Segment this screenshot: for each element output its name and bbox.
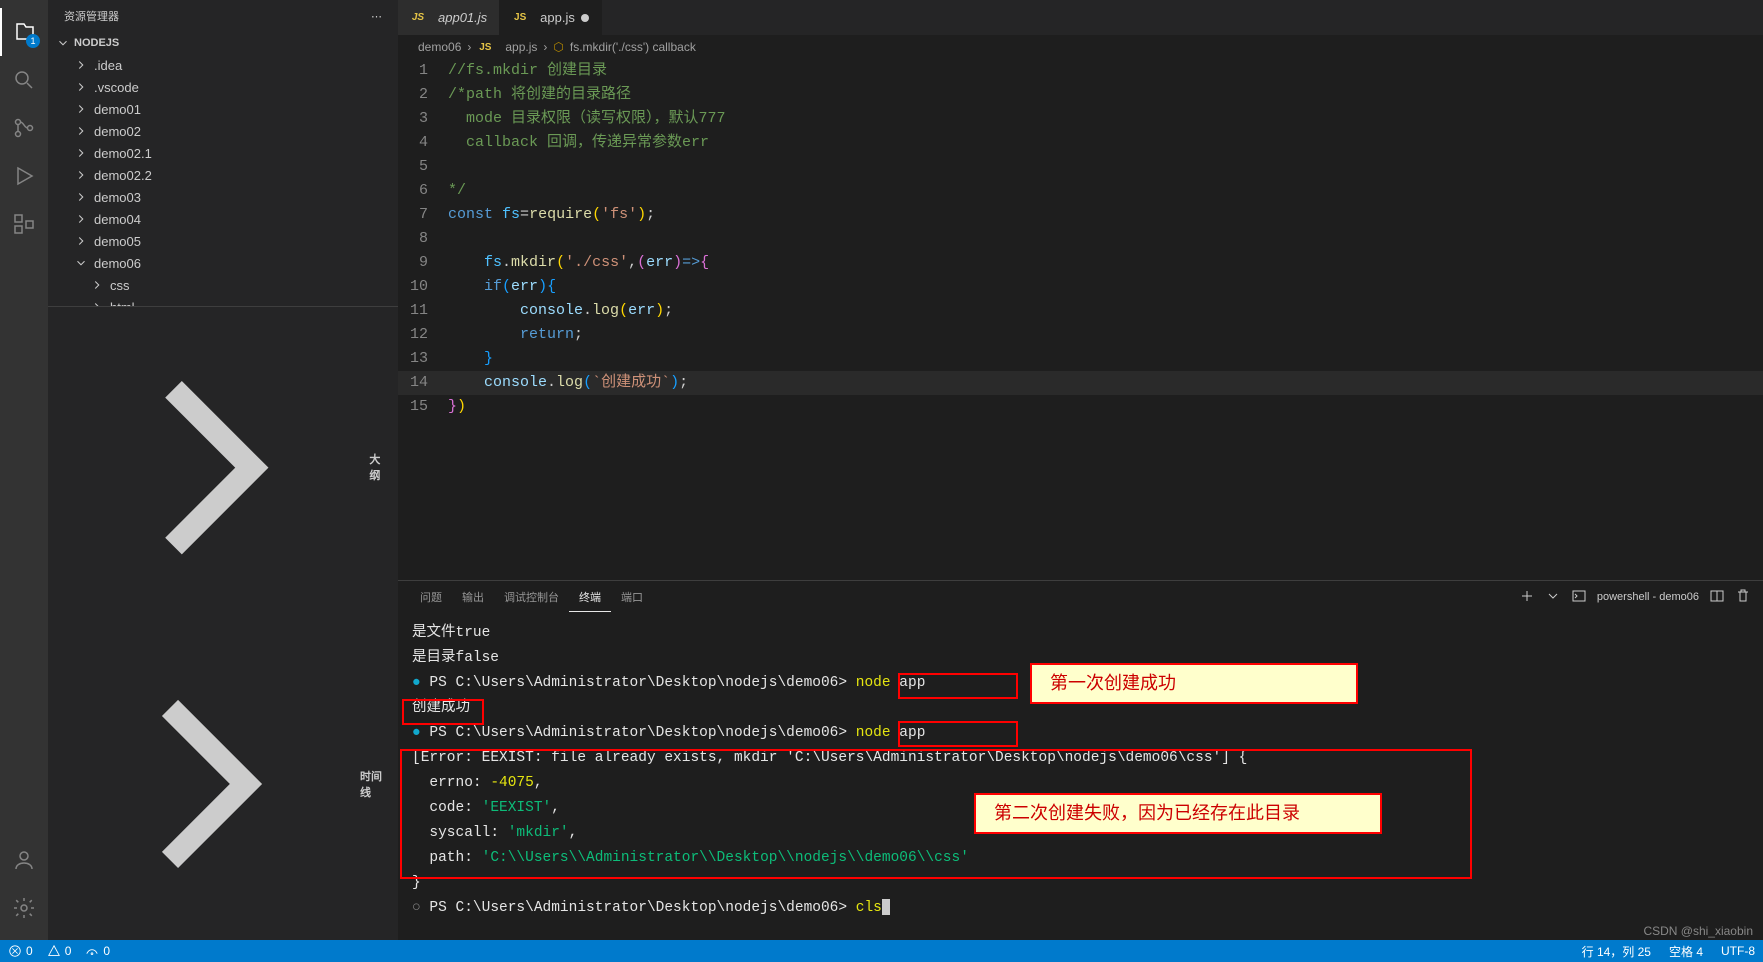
annotation-label: 第二次创建失败，因为已经存在此目录 <box>974 793 1382 834</box>
tree-folder[interactable]: demo03 <box>48 186 398 208</box>
tree-folder[interactable]: css <box>48 274 398 296</box>
sidebar: 资源管理器 ⋯ NODEJS .idea .vscode demo01 demo… <box>48 0 398 940</box>
terminal-line: ● PS C:\Users\Administrator\Desktop\node… <box>412 721 1749 746</box>
new-terminal-icon[interactable] <box>1519 588 1535 607</box>
editor-tabs: JSapp01.js JSapp.js <box>398 0 1763 35</box>
symbol-icon: ⬡ <box>553 40 563 54</box>
split-terminal-icon[interactable] <box>1709 588 1725 607</box>
terminal-line: [Error: EEXIST: file already exists, mkd… <box>412 746 1749 771</box>
tab-app[interactable]: JSapp.js <box>500 0 602 35</box>
status-spaces[interactable]: 空格 4 <box>1669 943 1703 960</box>
bottom-panel: 问题 输出 调试控制台 终端 端口 powershell - demo06 是文… <box>398 580 1763 940</box>
panel-tab-terminal[interactable]: 终端 <box>569 583 611 612</box>
tree-folder[interactable]: demo05 <box>48 230 398 252</box>
settings-icon[interactable] <box>0 884 48 932</box>
timeline-section[interactable]: 时间线 <box>48 628 398 940</box>
breadcrumb[interactable]: demo06 › JSapp.js › ⬡fs.mkdir('./css') c… <box>398 35 1763 59</box>
terminal-line: } <box>412 871 1749 896</box>
terminal-profile-icon[interactable] <box>1571 588 1587 607</box>
terminal-line: ○ PS C:\Users\Administrator\Desktop\node… <box>412 896 1749 921</box>
panel-tab-ports[interactable]: 端口 <box>611 583 653 611</box>
account-icon[interactable] <box>0 836 48 884</box>
tree-folder[interactable]: .vscode <box>48 76 398 98</box>
sidebar-header: 资源管理器 ⋯ <box>48 0 398 32</box>
code-editor[interactable]: 1//fs.mkdir 创建目录2/*path 将创建的目录路径3 mode 目… <box>398 59 1763 580</box>
terminal-line: path: 'C:\\Users\\Administrator\\Desktop… <box>412 846 1749 871</box>
annotation-label: 第一次创建成功 <box>1030 663 1358 704</box>
tree-folder[interactable]: demo04 <box>48 208 398 230</box>
terminal-label[interactable]: powershell - demo06 <box>1597 591 1699 603</box>
status-bar: 0 0 0 行 14，列 25 空格 4 UTF-8 <box>0 940 1763 962</box>
terminal-content[interactable]: 是文件true 是目录false ● PS C:\Users\Administr… <box>398 613 1763 940</box>
file-tree: .idea .vscode demo01 demo02 demo02.1 dem… <box>48 54 398 306</box>
outline-section[interactable]: 大纲 <box>48 307 398 628</box>
js-file-icon: JS <box>410 10 426 26</box>
status-position[interactable]: 行 14，列 25 <box>1582 943 1651 960</box>
status-warnings[interactable]: 0 <box>47 944 72 958</box>
tree-folder[interactable]: demo01 <box>48 98 398 120</box>
status-errors[interactable]: 0 <box>8 944 33 958</box>
panel-tab-output[interactable]: 输出 <box>452 583 494 611</box>
status-port[interactable]: 0 <box>85 944 110 958</box>
trash-icon[interactable] <box>1735 588 1751 607</box>
tree-folder-expanded[interactable]: demo06 <box>48 252 398 274</box>
terminal-line: 是文件true <box>412 621 1749 646</box>
more-icon[interactable]: ⋯ <box>371 10 382 23</box>
tree-folder[interactable]: demo02.2 <box>48 164 398 186</box>
sidebar-title: 资源管理器 <box>64 8 119 24</box>
modified-indicator <box>581 14 589 22</box>
status-encoding[interactable]: UTF-8 <box>1721 944 1755 958</box>
debug-icon[interactable] <box>0 152 48 200</box>
tab-app01[interactable]: JSapp01.js <box>398 0 500 35</box>
explorer-icon[interactable]: 1 <box>0 8 48 56</box>
tree-root[interactable]: NODEJS <box>48 32 398 54</box>
panel-tabs: 问题 输出 调试控制台 终端 端口 powershell - demo06 <box>398 581 1763 613</box>
panel-tab-problems[interactable]: 问题 <box>410 583 452 611</box>
search-icon[interactable] <box>0 56 48 104</box>
tree-folder[interactable]: html <box>48 296 398 306</box>
editor-area: JSapp01.js JSapp.js demo06 › JSapp.js › … <box>398 0 1763 940</box>
dropdown-icon[interactable] <box>1545 588 1561 607</box>
activity-bar: 1 <box>0 0 48 940</box>
tree-folder[interactable]: demo02.1 <box>48 142 398 164</box>
extensions-icon[interactable] <box>0 200 48 248</box>
tree-folder[interactable]: .idea <box>48 54 398 76</box>
source-control-icon[interactable] <box>0 104 48 152</box>
watermark: CSDN @shi_xiaobin <box>1643 924 1753 938</box>
tree-folder[interactable]: demo02 <box>48 120 398 142</box>
js-file-icon: JS <box>512 10 528 26</box>
panel-tab-debug[interactable]: 调试控制台 <box>494 583 569 611</box>
js-file-icon: JS <box>477 39 493 55</box>
